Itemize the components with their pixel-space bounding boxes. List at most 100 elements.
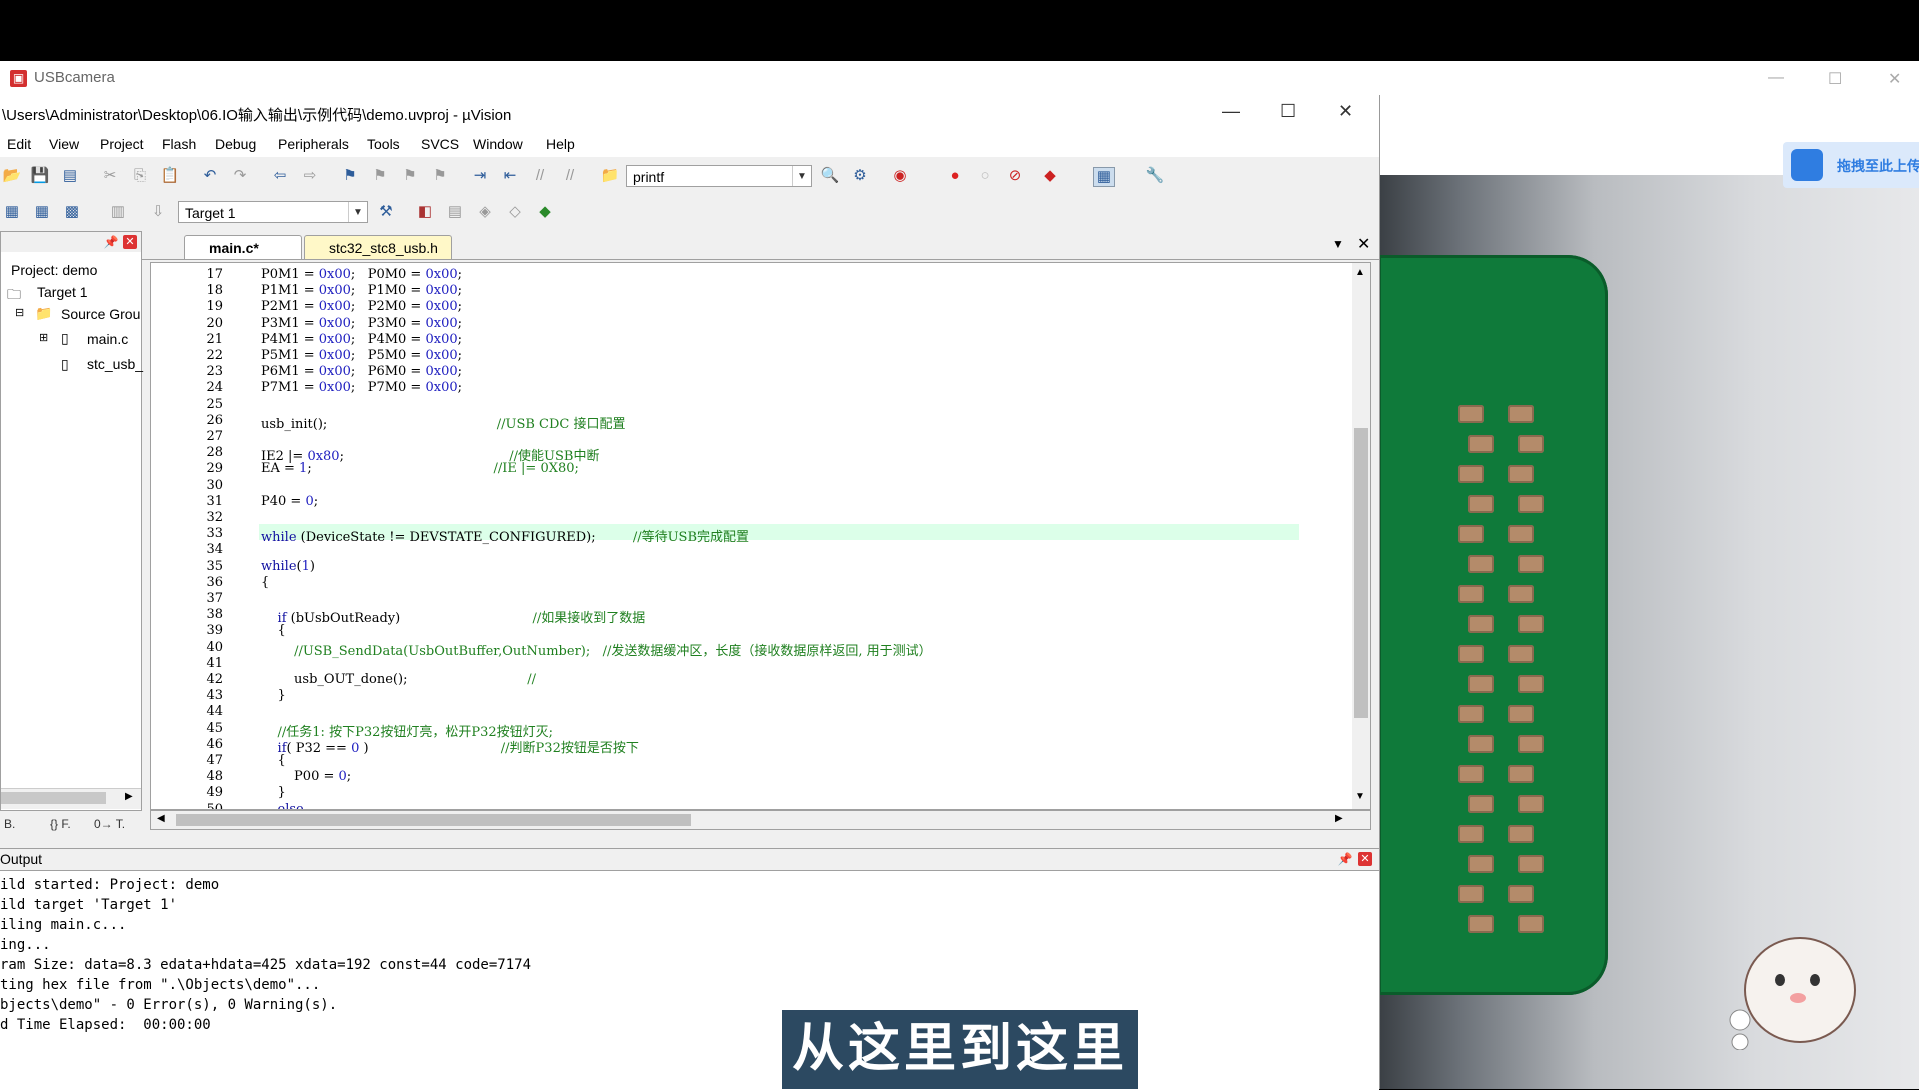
find-combo[interactable]: printf ▼ <box>626 165 812 187</box>
pin-icon[interactable]: 📌 <box>101 233 121 251</box>
next-bookmark-icon[interactable]: ⚑ <box>400 167 420 185</box>
project-target[interactable]: Target 1 <box>37 284 88 300</box>
nav-forward-icon[interactable]: ⇨ <box>300 167 320 185</box>
close-editor-icon[interactable]: ✕ <box>1357 234 1370 254</box>
comment-icon[interactable]: // <box>530 167 550 185</box>
usbcamera-minimize-button[interactable]: — <box>1768 69 1784 87</box>
translate-icon[interactable]: ▦ <box>2 203 22 221</box>
code-line[interactable]: usb_init(); //USB CDC 接口配置 <box>261 413 626 432</box>
project-hscroll[interactable]: ▶ <box>1 788 141 809</box>
uvision-close-button[interactable]: ✕ <box>1338 101 1353 122</box>
menu-project[interactable]: Project <box>100 136 144 152</box>
scroll-right-icon[interactable]: ▶ <box>1335 813 1343 824</box>
configure-icon[interactable]: ⚙ <box>850 167 870 185</box>
output-close-icon[interactable]: ✕ <box>1358 852 1372 866</box>
usbcamera-maximize-button[interactable]: ☐ <box>1828 69 1842 89</box>
find-in-files-icon[interactable]: 📁 <box>600 167 620 185</box>
code-line[interactable]: P40 = 0; <box>261 494 318 509</box>
code-line[interactable]: while (DeviceState != DEVSTATE_CONFIGURE… <box>261 526 749 545</box>
project-tab-templates[interactable]: 0→ T. <box>94 817 125 831</box>
tab-stc32-usb-h[interactable]: stc32_stc8_usb.h <box>304 235 452 259</box>
project-file-main[interactable]: main.c <box>87 331 128 347</box>
paste-icon[interactable]: 📋 <box>160 167 180 185</box>
tab-list-chevron-icon[interactable]: ▼ <box>1332 237 1344 251</box>
batch-build-icon[interactable]: ▥ <box>108 203 128 221</box>
editor-vscroll-thumb[interactable] <box>1354 428 1368 718</box>
code-line[interactable]: usb_OUT_done(); // <box>261 672 536 687</box>
menu-svcs[interactable]: SVCS <box>421 136 459 152</box>
kill-breakpoints-icon[interactable]: ◆ <box>1040 167 1060 185</box>
build-icon[interactable]: ▦ <box>32 203 52 221</box>
target-options-icon[interactable]: ⚒ <box>376 203 396 221</box>
menu-view[interactable]: View <box>49 136 79 152</box>
cloud-upload-button[interactable]: 拖拽至此上传 <box>1783 142 1919 188</box>
project-hscroll-thumb[interactable] <box>1 792 106 804</box>
clear-bookmarks-icon[interactable]: ⚑ <box>430 167 450 185</box>
project-tab-functions[interactable]: {} F. <box>50 817 71 831</box>
cut-icon[interactable]: ✂ <box>100 167 120 185</box>
unindent-icon[interactable]: ⇤ <box>500 167 520 185</box>
download-icon[interactable]: ⇩ <box>148 203 168 221</box>
scroll-up-icon[interactable]: ▲ <box>1355 267 1365 278</box>
code-line[interactable]: { <box>261 753 286 768</box>
menu-peripherals[interactable]: Peripherals <box>278 136 349 152</box>
expand-collapse-icon[interactable]: ⊟ <box>15 306 24 319</box>
expand-icon[interactable]: ⊞ <box>39 331 48 344</box>
indent-icon[interactable]: ⇥ <box>470 167 490 185</box>
window-layout-icon[interactable]: ▦ <box>1093 167 1115 187</box>
project-tab-books[interactable]: B. <box>4 817 15 831</box>
tab-main-c[interactable]: main.c* <box>184 235 302 259</box>
build-output[interactable]: ild started: Project: demo ild target 'Ta… <box>0 870 1379 1090</box>
code-line[interactable]: { <box>261 575 269 590</box>
menu-edit[interactable]: Edit <box>7 136 31 152</box>
editor-hscroll[interactable]: ◀ ▶ <box>150 810 1371 830</box>
editor-hscroll-thumb[interactable] <box>176 814 691 826</box>
breakpoint-icon[interactable]: ● <box>945 167 965 185</box>
menu-tools[interactable]: Tools <box>367 136 400 152</box>
undo-icon[interactable]: ↶ <box>200 167 220 185</box>
pack-installer-icon[interactable]: ◇ <box>505 203 525 221</box>
code-editor[interactable]: 17 18 19 20 21 22 23 24 25 26 27 28 29 30 31 32 33 34 35 36… <box>150 262 1371 810</box>
debug-session-icon[interactable]: ◉ <box>890 167 910 185</box>
uvision-maximize-button[interactable]: ☐ <box>1280 101 1296 122</box>
uvision-minimize-button[interactable]: — <box>1222 101 1240 122</box>
code-line[interactable]: P6M1 = 0x00; P6M0 = 0x00; <box>261 364 462 379</box>
scroll-down-icon[interactable]: ▼ <box>1355 791 1365 802</box>
editor-vscroll[interactable]: ▲ ▼ <box>1352 263 1370 809</box>
code-line[interactable]: if( P32 == 0 ) //判断P32按钮是否按下 <box>261 737 639 756</box>
usbcamera-close-button[interactable]: ✕ <box>1888 69 1901 89</box>
menu-help[interactable]: Help <box>546 136 575 152</box>
code-line[interactable]: P5M1 = 0x00; P5M0 = 0x00; <box>261 348 462 363</box>
disable-all-breakpoints-icon[interactable]: ⊘ <box>1005 167 1025 185</box>
code-line[interactable]: EA = 1; //IE |= 0X80; <box>261 461 579 476</box>
prev-bookmark-icon[interactable]: ⚑ <box>370 167 390 185</box>
copy-icon[interactable]: ⎘ <box>130 167 150 185</box>
scroll-right-icon[interactable]: ▶ <box>125 791 133 802</box>
code-line[interactable]: while(1) <box>261 559 315 574</box>
code-line[interactable]: //USB_SendData(UsbOutBuffer,OutNumber); … <box>261 640 932 659</box>
save-all-icon[interactable]: ▤ <box>60 167 80 185</box>
save-icon[interactable]: 💾 <box>30 167 50 185</box>
uncomment-icon[interactable]: // <box>560 167 580 185</box>
pin-icon[interactable]: 📌 <box>1335 850 1355 868</box>
scroll-left-icon[interactable]: ◀ <box>157 813 165 824</box>
rebuild-icon[interactable]: ▩ <box>62 203 82 221</box>
code-line[interactable]: P4M1 = 0x00; P4M0 = 0x00; <box>261 332 462 347</box>
code-line[interactable]: P3M1 = 0x00; P3M0 = 0x00; <box>261 316 462 331</box>
menu-debug[interactable]: Debug <box>215 136 256 152</box>
code-line[interactable]: } <box>261 785 286 800</box>
manage-components-icon[interactable]: ▤ <box>445 203 465 221</box>
disable-breakpoint-icon[interactable]: ○ <box>975 167 995 185</box>
code-line[interactable]: if (bUsbOutReady) //如果接收到了数据 <box>261 607 646 626</box>
project-panel-close-icon[interactable]: ✕ <box>123 235 137 249</box>
code-line[interactable]: P1M1 = 0x00; P1M0 = 0x00; <box>261 283 462 298</box>
code-line[interactable]: P00 = 0; <box>261 769 351 784</box>
code-line[interactable]: } <box>261 688 286 703</box>
file-extensions-icon[interactable]: ◧ <box>415 203 435 221</box>
chevron-down-icon[interactable]: ▼ <box>348 202 367 222</box>
wrench-icon[interactable]: 🔧 <box>1145 167 1165 185</box>
target-combo[interactable]: Target 1 ▼ <box>178 201 368 223</box>
code-line[interactable]: P0M1 = 0x00; P0M0 = 0x00; <box>261 267 462 282</box>
code-line[interactable]: P7M1 = 0x00; P7M0 = 0x00; <box>261 380 462 395</box>
project-root[interactable]: Project: demo <box>11 262 97 278</box>
